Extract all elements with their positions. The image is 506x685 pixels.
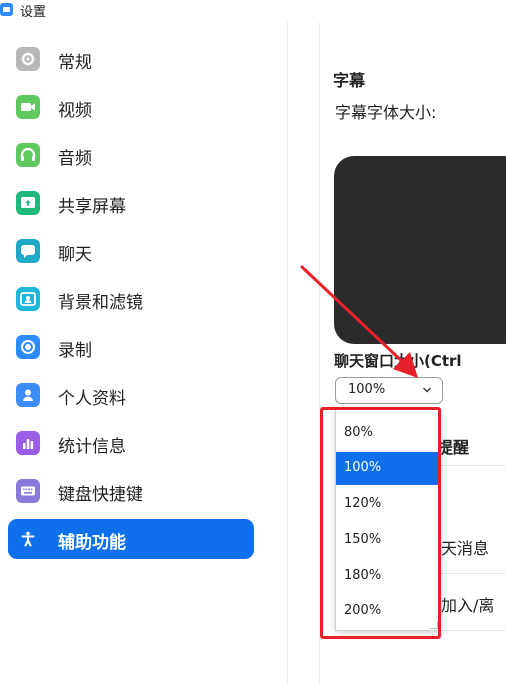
resize-corner xyxy=(430,621,438,629)
zoom-app-icon xyxy=(0,3,13,16)
reminder-heading: 提醒 xyxy=(437,438,470,457)
statistics-bars-icon xyxy=(16,431,40,455)
caption-font-size-label: 字幕字体大小: xyxy=(335,103,437,122)
sidebar-item-label: 辅助功能 xyxy=(58,533,126,553)
sidebar-item-audio[interactable]: 音频 xyxy=(8,135,254,175)
sidebar-item-label: 音频 xyxy=(58,149,92,169)
content-divider xyxy=(319,22,320,685)
caption-preview xyxy=(334,156,506,344)
keyboard-icon xyxy=(16,479,40,503)
sidebar-item-label: 视频 xyxy=(58,101,92,121)
chat-window-size-label: 聊天窗口大小(Ctrl xyxy=(334,352,462,370)
chevron-down-icon xyxy=(423,387,431,393)
chat-bubble-icon xyxy=(16,239,40,263)
sidebar-item-accessibility[interactable]: 辅助功能 xyxy=(8,519,254,559)
message-option-label: 天消息 xyxy=(441,539,490,558)
sidebar-item-chat[interactable]: 聊天 xyxy=(8,231,254,271)
sidebar-item-background-filters[interactable]: 背景和滤镜 xyxy=(8,279,254,319)
row-divider xyxy=(437,573,506,574)
sidebar-item-label: 背景和滤镜 xyxy=(58,293,143,313)
chat-size-select[interactable]: 100% xyxy=(335,377,443,404)
chat-size-dropdown: 80% 100% 120% 150% 180% 200% xyxy=(335,408,441,631)
chat-size-select-value: 100% xyxy=(348,382,386,397)
settings-sidebar: 常规 视频 音频 共享屏幕 聊天 背景和滤镜 录制 个人资料 统计信息 键盘快捷… xyxy=(0,22,288,685)
background-person-icon xyxy=(16,287,40,311)
sidebar-item-recording[interactable]: 录制 xyxy=(8,327,254,367)
sidebar-item-profile[interactable]: 个人资料 xyxy=(8,375,254,415)
dropdown-option[interactable]: 80% xyxy=(336,417,440,450)
sidebar-item-label: 常规 xyxy=(58,53,92,73)
row-divider xyxy=(437,630,506,631)
headphones-icon xyxy=(16,143,40,167)
sidebar-item-label: 统计信息 xyxy=(58,437,126,457)
row-divider xyxy=(437,465,506,466)
join-leave-option-label: 加入/离 xyxy=(441,596,495,615)
video-camera-icon xyxy=(16,95,40,119)
sidebar-item-share-screen[interactable]: 共享屏幕 xyxy=(8,183,254,223)
section-title: 字幕 xyxy=(333,71,366,90)
gear-icon xyxy=(16,47,40,71)
profile-person-icon xyxy=(16,383,40,407)
dropdown-option[interactable]: 200% xyxy=(336,595,440,628)
sidebar-item-label: 个人资料 xyxy=(58,389,126,409)
sidebar-item-label: 共享屏幕 xyxy=(58,197,126,217)
dropdown-option[interactable]: 120% xyxy=(336,488,440,521)
sidebar-item-statistics[interactable]: 统计信息 xyxy=(8,423,254,463)
share-screen-icon xyxy=(16,191,40,215)
dropdown-option[interactable]: 150% xyxy=(336,524,440,557)
sidebar-item-label: 键盘快捷键 xyxy=(58,485,143,505)
sidebar-item-label: 聊天 xyxy=(58,245,92,265)
sidebar-item-keyboard-shortcuts[interactable]: 键盘快捷键 xyxy=(8,471,254,511)
sidebar-item-general[interactable]: 常规 xyxy=(8,39,254,79)
accessibility-person-icon xyxy=(16,527,40,551)
settings-content: 字幕 字幕字体大小: 聊天窗口大小(Ctrl 100% 提醒 天消息 加入/离 … xyxy=(289,22,506,685)
dropdown-option-selected[interactable]: 100% xyxy=(336,452,440,485)
window-title: 设置 xyxy=(20,5,47,20)
sidebar-item-label: 录制 xyxy=(58,341,92,361)
title-bar: 设置 xyxy=(0,0,506,22)
sidebar-item-video[interactable]: 视频 xyxy=(8,87,254,127)
dropdown-option[interactable]: 180% xyxy=(336,560,440,593)
record-icon xyxy=(16,335,40,359)
